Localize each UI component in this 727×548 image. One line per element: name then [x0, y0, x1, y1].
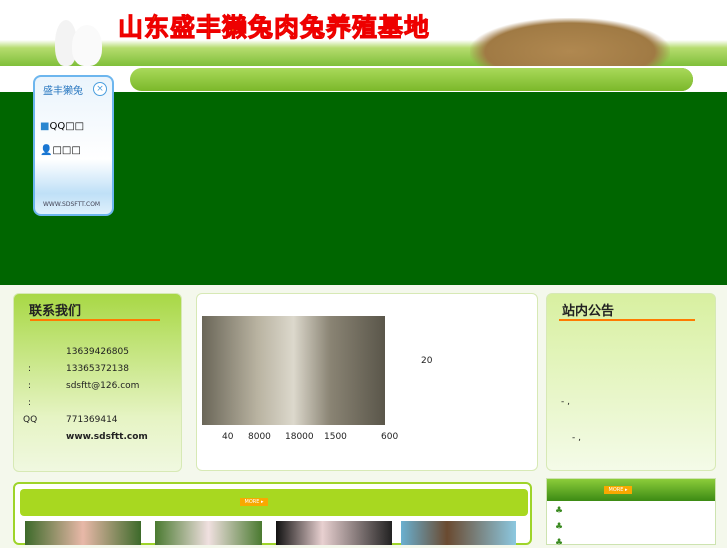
service-link[interactable]: 👤□□□ — [40, 145, 81, 156]
notice-item[interactable]: - , — [572, 433, 581, 443]
news-panel: MORE ▸ ♣ ♣ ♣ — [546, 478, 716, 548]
product-thumb[interactable] — [276, 521, 392, 545]
intro-number: 40 — [222, 432, 234, 442]
rabbit-farm-photo — [202, 316, 385, 425]
phone-2: 13365372138 — [66, 364, 129, 374]
qq-label: QQ□□ — [49, 121, 85, 132]
bullet-icon: ♣ — [555, 522, 564, 532]
float-url: WWW.SDSFTT.COM — [43, 201, 101, 208]
intro-number: 18000 — [285, 432, 314, 442]
brown-rabbits-image — [470, 18, 670, 66]
product-thumb[interactable] — [155, 521, 262, 545]
user-icon: 👤 — [40, 145, 53, 156]
product-thumb[interactable] — [25, 521, 141, 545]
qq-link[interactable]: ■QQ□□ — [40, 121, 84, 132]
notice-title: 站内公告 — [562, 304, 615, 319]
nav-bar[interactable] — [130, 68, 693, 91]
float-title: 盛丰獭兔 — [43, 86, 83, 97]
intro-text: 20 — [421, 356, 433, 366]
float-contact-panel: 盛丰獭兔 × ■QQ□□ 👤□□□ WWW.SDSFTT.COM — [33, 75, 114, 216]
bullet-icon: ♣ — [555, 538, 564, 548]
email[interactable]: sdsftt@126.com — [66, 381, 139, 391]
notice-item[interactable]: - , — [561, 397, 570, 407]
more-button[interactable]: MORE ▸ — [604, 486, 632, 494]
intro-number: 1500 — [324, 432, 347, 442]
bullet-icon: ♣ — [555, 506, 564, 516]
title-underline — [30, 319, 160, 321]
contact-label: : — [28, 364, 32, 374]
header-banner: 山东盛丰獭兔肉兔养殖基地 — [0, 0, 727, 66]
phone-1: 13639426805 — [66, 347, 129, 357]
news-header: MORE ▸ — [547, 479, 715, 501]
qq-number: 771369414 — [66, 415, 118, 425]
contact-label: : — [28, 381, 32, 391]
more-button[interactable]: MORE ▸ — [240, 498, 268, 506]
contact-title: 联系我们 — [29, 304, 82, 319]
notice-panel: 站内公告 - , - , — [546, 293, 716, 471]
qq-label: QQ — [23, 415, 38, 425]
white-rabbit-image — [72, 25, 102, 66]
contact-label: : — [28, 398, 32, 408]
site-title: 山东盛丰獭兔肉兔养殖基地 — [117, 13, 431, 43]
product-thumb[interactable] — [401, 521, 516, 545]
contact-panel: 联系我们 13639426805 : 13365372138 : sdsftt@… — [13, 293, 182, 472]
products-header: MORE ▸ — [20, 489, 528, 516]
website-link[interactable]: www.sdsftt.com — [66, 432, 148, 442]
close-icon[interactable]: × — [93, 82, 107, 96]
intro-number: 600 — [381, 432, 399, 442]
service-label: □□□ — [52, 145, 81, 156]
title-underline — [559, 319, 695, 321]
intro-number: 8000 — [248, 432, 271, 442]
